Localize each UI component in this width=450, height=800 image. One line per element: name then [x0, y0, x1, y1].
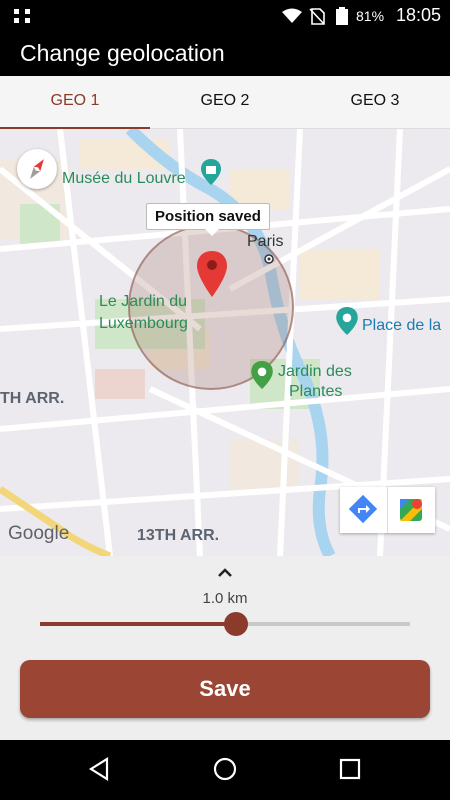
map-label-paris: Paris: [247, 233, 284, 250]
status-bar: 81% 18:05: [0, 0, 450, 32]
tab-label: GEO 3: [350, 92, 400, 109]
tab-label: GEO 1: [50, 92, 100, 109]
tab-geo-2[interactable]: GEO 2: [150, 76, 300, 128]
map-label-13th-arr: 13TH ARR.: [137, 527, 220, 544]
clock: 18:05: [396, 5, 442, 25]
slider-fill: [40, 622, 237, 626]
wifi-icon: [282, 8, 302, 23]
tab-geo-3[interactable]: GEO 3: [300, 76, 450, 128]
map-label-arr: TH ARR.: [0, 390, 65, 407]
compass-icon: [30, 159, 44, 179]
radius-controls: 1.0 km Save: [0, 556, 450, 740]
park-poi-icon[interactable]: [250, 361, 274, 389]
location-pin-icon[interactable]: [196, 251, 228, 297]
radius-slider[interactable]: [40, 612, 410, 636]
navigation-bar: [0, 740, 450, 800]
geo-tabs: GEO 1 GEO 2 GEO 3: [0, 76, 450, 129]
home-icon[interactable]: [210, 754, 240, 784]
map-label-jardin-lux-1: Le Jardin du: [99, 293, 188, 310]
compass-button[interactable]: [17, 149, 57, 189]
camera-poi-icon[interactable]: [335, 307, 359, 335]
no-sim-icon: [309, 8, 325, 25]
tab-label: GEO 2: [200, 92, 250, 109]
map-label-jardin-plantes-1: Jardin des: [278, 363, 352, 380]
position-saved-tooltip: Position saved: [146, 203, 270, 236]
recents-icon[interactable]: [335, 754, 365, 784]
fullscreen-icon: [14, 9, 30, 23]
save-button[interactable]: Save: [20, 660, 430, 718]
google-logo: Google: [8, 523, 70, 544]
tab-geo-1[interactable]: GEO 1: [0, 76, 150, 129]
app-bar: Change geolocation: [0, 32, 450, 76]
directions-icon: [348, 494, 378, 524]
page-title: Change geolocation: [20, 40, 225, 66]
map-label-jardin-lux-2: Luxembourg: [99, 315, 188, 332]
map-label-louvre: Musée du Louvre: [62, 170, 186, 187]
map-label-jardin-plantes-2: Plantes: [289, 383, 343, 400]
open-google-maps-button[interactable]: [387, 487, 435, 533]
battery-icon: [336, 7, 348, 25]
directions-button[interactable]: [340, 487, 387, 533]
google-maps-icon: [400, 499, 422, 521]
back-icon[interactable]: [85, 754, 115, 784]
map-action-buttons: [340, 487, 435, 533]
slider-thumb[interactable]: [224, 612, 249, 636]
map-view[interactable]: Musée du Louvre Paris Le Jardin du Luxem…: [0, 129, 450, 556]
museum-icon[interactable]: [200, 159, 222, 185]
distance-value: 1.0 km: [202, 590, 248, 607]
map-label-place: Place de la: [362, 317, 442, 334]
battery-percent: 81%: [356, 8, 385, 24]
chevron-up-icon[interactable]: [215, 564, 235, 580]
